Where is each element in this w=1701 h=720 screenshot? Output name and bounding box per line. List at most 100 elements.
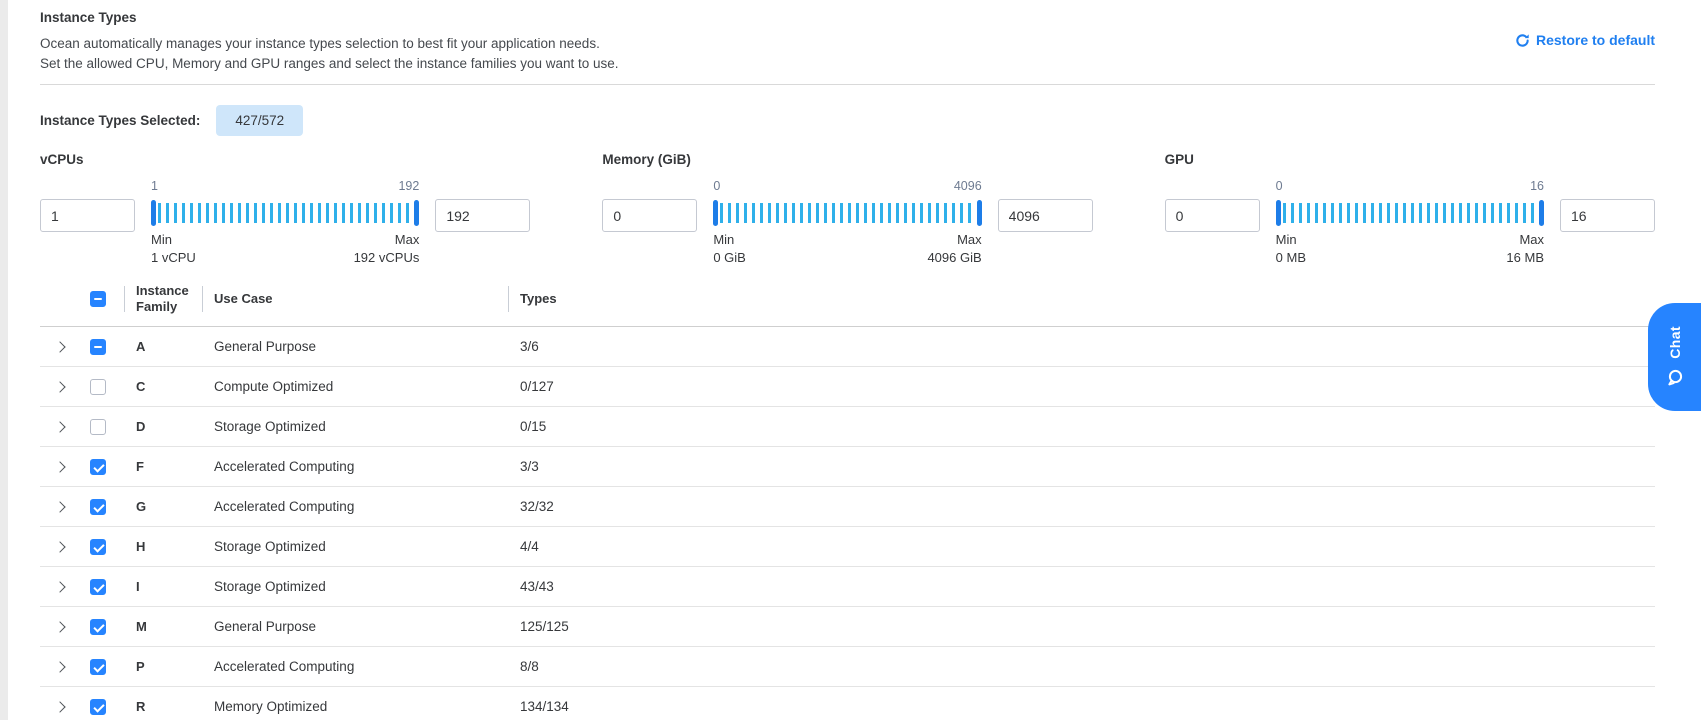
selected-summary: Instance Types Selected: 427/572: [40, 105, 1655, 136]
chevron-right-icon: [54, 541, 65, 552]
slider-max-value: 16: [1530, 179, 1544, 197]
row-expander[interactable]: [40, 463, 80, 471]
row-expander[interactable]: [40, 383, 80, 391]
slider-min-handle[interactable]: [151, 200, 156, 226]
restore-icon: [1515, 33, 1530, 48]
slider-title: vCPUs: [40, 152, 530, 167]
instance-family-table: Instance Family Use Case Types A General…: [40, 271, 1655, 720]
column-header-types: Types: [508, 285, 1655, 313]
table-row: M General Purpose 125/125: [40, 607, 1655, 647]
use-case-cell: Storage Optimized: [202, 539, 508, 554]
row-checkbox[interactable]: [90, 619, 106, 635]
selected-count-badge: 427/572: [216, 105, 303, 136]
table-header-row: Instance Family Use Case Types: [40, 271, 1655, 327]
min-label: Min: [151, 231, 196, 249]
instance-family-cell: C: [124, 379, 202, 394]
slider-min-value: 0: [1276, 179, 1283, 197]
types-cell: 4/4: [508, 539, 1655, 554]
slider-title: Memory (GiB): [602, 152, 1092, 167]
row-expander[interactable]: [40, 663, 80, 671]
chevron-right-icon: [54, 581, 65, 592]
row-checkbox[interactable]: [90, 579, 106, 595]
types-cell: 0/127: [508, 379, 1655, 394]
column-header-use-case: Use Case: [202, 285, 508, 313]
slider-min-handle[interactable]: [713, 200, 718, 226]
row-checkbox[interactable]: [90, 699, 106, 715]
chevron-right-icon: [54, 701, 65, 712]
row-expander[interactable]: [40, 343, 80, 351]
max-value-input[interactable]: [1560, 199, 1655, 232]
header-checkbox-cell: [80, 291, 124, 307]
slider-min-value: 0: [713, 179, 720, 197]
instance-family-cell: I: [124, 579, 202, 594]
instance-family-cell: H: [124, 539, 202, 554]
min-label: Min: [1276, 231, 1306, 249]
instance-family-cell: F: [124, 459, 202, 474]
slider-track[interactable]: [151, 200, 419, 226]
row-expander[interactable]: [40, 423, 80, 431]
types-cell: 134/134: [508, 699, 1655, 714]
row-expander[interactable]: [40, 503, 80, 511]
max-caption: 192 vCPUs: [354, 249, 420, 267]
description-line-2: Set the allowed CPU, Memory and GPU rang…: [40, 54, 1655, 74]
table-row: P Accelerated Computing 8/8: [40, 647, 1655, 687]
max-caption: 16 MB: [1506, 249, 1544, 267]
row-checkbox[interactable]: [90, 539, 106, 555]
use-case-cell: General Purpose: [202, 339, 508, 354]
row-expander[interactable]: [40, 703, 80, 711]
slider-section: vCPUs 1 192 Min 1 vCPU: [40, 152, 530, 267]
chevron-right-icon: [54, 421, 65, 432]
slider-max-value: 192: [398, 179, 419, 197]
slider-min-handle[interactable]: [1276, 200, 1281, 226]
slider-ticks: [720, 203, 974, 223]
row-expander[interactable]: [40, 623, 80, 631]
panel-header: Instance Types Ocean automatically manag…: [40, 10, 1655, 85]
slider-section: Memory (GiB) 0 4096 Min 0 GiB: [602, 152, 1092, 267]
max-label: Max: [1506, 231, 1544, 249]
row-checkbox[interactable]: [90, 499, 106, 515]
row-expander[interactable]: [40, 583, 80, 591]
slider-title: GPU: [1165, 152, 1655, 167]
select-all-checkbox[interactable]: [90, 291, 106, 307]
chevron-right-icon: [54, 381, 65, 392]
slider-track[interactable]: [713, 200, 981, 226]
instance-family-cell: P: [124, 659, 202, 674]
slider-section: GPU 0 16 Min 0 MB: [1165, 152, 1655, 267]
instance-family-cell: R: [124, 699, 202, 714]
slider-max-value: 4096: [954, 179, 982, 197]
types-cell: 32/32: [508, 499, 1655, 514]
row-expander[interactable]: [40, 543, 80, 551]
chevron-right-icon: [54, 341, 65, 352]
use-case-cell: Compute Optimized: [202, 379, 508, 394]
table-row: A General Purpose 3/6: [40, 327, 1655, 367]
row-checkbox[interactable]: [90, 419, 106, 435]
range-slider: 0 16 Min 0 MB Max 16 MB: [1276, 179, 1544, 267]
slider-max-handle[interactable]: [977, 200, 982, 226]
chevron-right-icon: [54, 501, 65, 512]
row-checkbox[interactable]: [90, 459, 106, 475]
row-checkbox[interactable]: [90, 379, 106, 395]
types-cell: 125/125: [508, 619, 1655, 634]
min-value-input[interactable]: [40, 199, 135, 232]
slider-ticks: [158, 203, 412, 223]
instance-family-cell: G: [124, 499, 202, 514]
use-case-cell: General Purpose: [202, 619, 508, 634]
restore-to-default-link[interactable]: Restore to default: [1515, 32, 1655, 48]
slider-track[interactable]: [1276, 200, 1544, 226]
max-value-input[interactable]: [435, 199, 530, 232]
min-caption: 0 MB: [1276, 249, 1306, 267]
chat-button[interactable]: Chat: [1648, 303, 1701, 411]
min-value-input[interactable]: [1165, 199, 1260, 232]
chat-bubble-icon: [1665, 368, 1685, 388]
min-value-input[interactable]: [602, 199, 697, 232]
row-checkbox[interactable]: [90, 339, 106, 355]
instance-types-panel: Instance Types Ocean automatically manag…: [8, 0, 1701, 720]
slider-max-handle[interactable]: [414, 200, 419, 226]
table-row: C Compute Optimized 0/127: [40, 367, 1655, 407]
slider-max-handle[interactable]: [1539, 200, 1544, 226]
min-caption: 1 vCPU: [151, 249, 196, 267]
instance-family-cell: D: [124, 419, 202, 434]
row-checkbox[interactable]: [90, 659, 106, 675]
max-value-input[interactable]: [998, 199, 1093, 232]
slider-min-value: 1: [151, 179, 158, 197]
